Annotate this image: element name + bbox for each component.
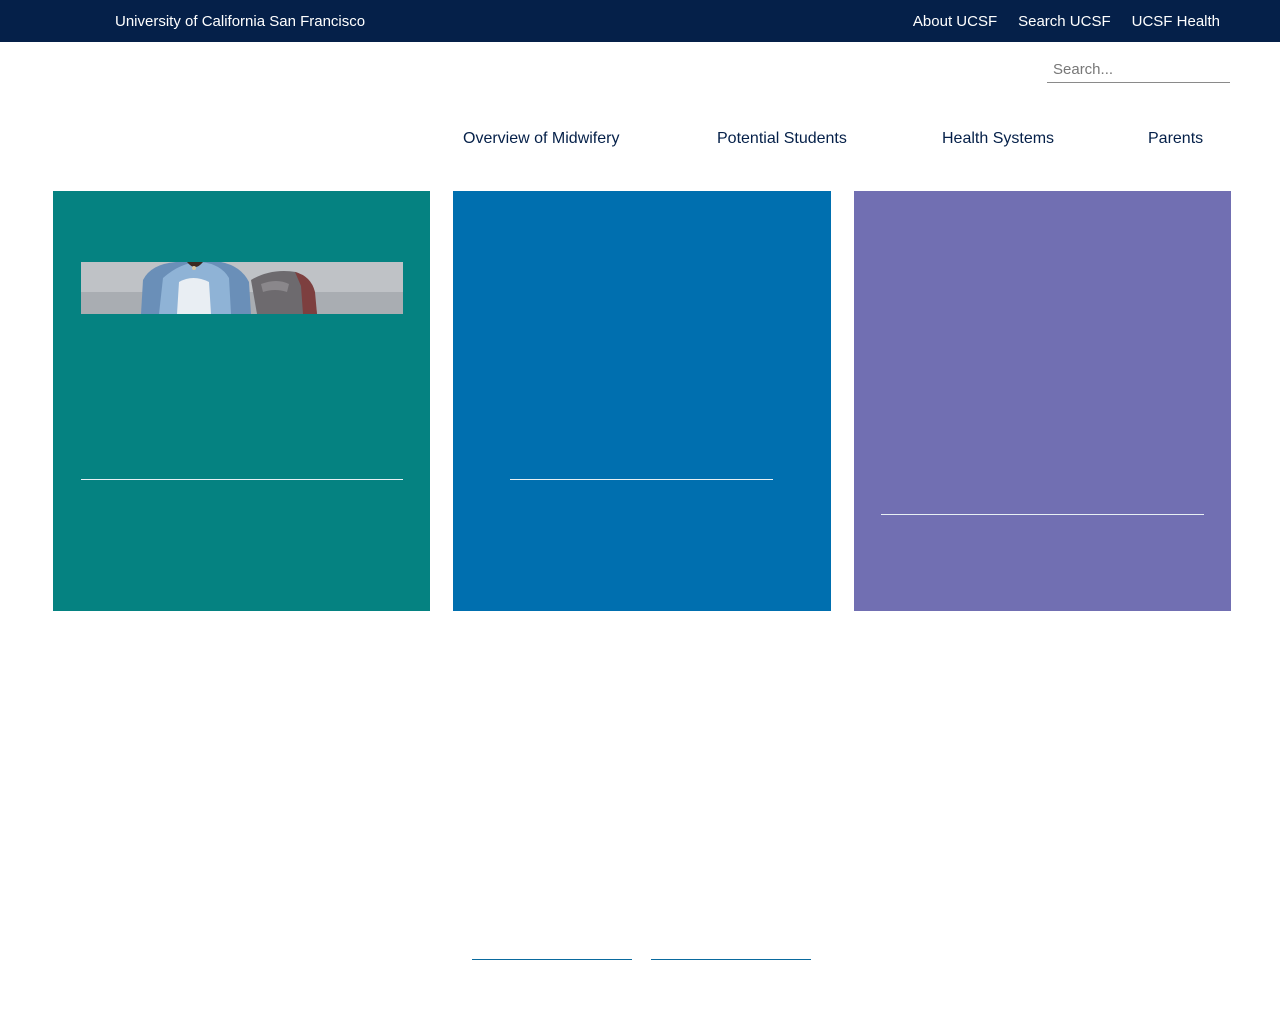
search-input[interactable] xyxy=(1047,57,1230,83)
feature-card-3[interactable] xyxy=(854,191,1231,611)
ucsf-top-bar: University of California San Francisco A… xyxy=(0,0,1280,42)
utility-nav: About UCSF Search UCSF UCSF Health xyxy=(913,13,1220,30)
search-ucsf-link[interactable]: Search UCSF xyxy=(1018,13,1111,30)
nav-health-systems[interactable]: Health Systems xyxy=(942,129,1054,149)
feature-card-1[interactable] xyxy=(53,191,430,611)
footer-link-underline xyxy=(651,959,811,960)
student-photo-icon xyxy=(81,262,403,314)
card-divider xyxy=(510,479,773,480)
nav-potential-students[interactable]: Potential Students xyxy=(717,129,847,149)
ucsf-health-link[interactable]: UCSF Health xyxy=(1132,13,1220,30)
card-divider xyxy=(81,479,403,480)
nav-parents[interactable]: Parents xyxy=(1148,129,1203,149)
nav-overview-of-midwifery[interactable]: Overview of Midwifery xyxy=(463,129,619,149)
main-nav: Overview of Midwifery Potential Students… xyxy=(0,129,1280,149)
footer-link-underline xyxy=(472,959,632,960)
feature-card-2[interactable] xyxy=(453,191,831,611)
student-photo xyxy=(81,262,403,314)
card-divider xyxy=(881,514,1204,515)
ucsf-home-link[interactable]: University of California San Francisco xyxy=(115,13,365,30)
about-ucsf-link[interactable]: About UCSF xyxy=(913,13,997,30)
